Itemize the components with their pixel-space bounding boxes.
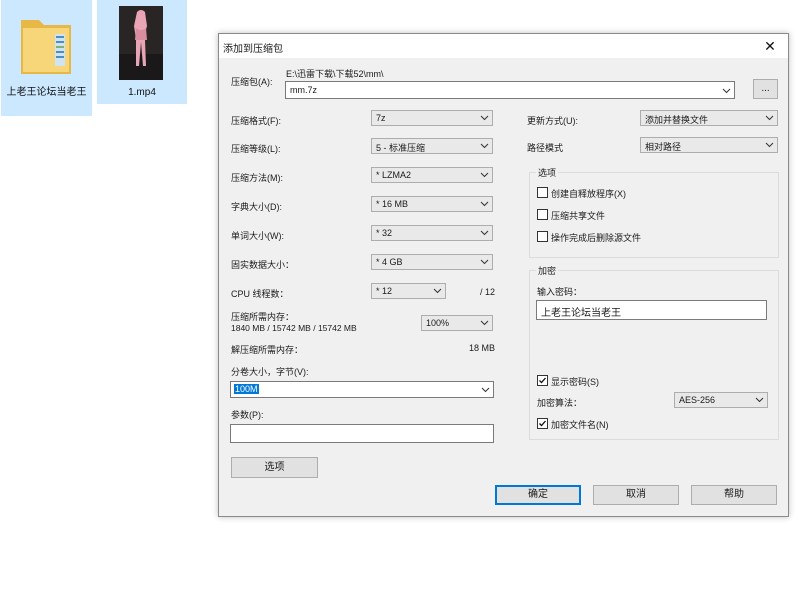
encryption-algorithm-select[interactable]: AES-256 [674,392,768,408]
chevron-down-icon [480,143,489,149]
desktop-video-label: 1.mp4 [128,87,156,98]
cancel-button[interactable]: 取消 [593,485,679,505]
update-label: 更新方式(U): [527,116,578,126]
folder-icon [21,20,71,74]
add-to-archive-dialog: 添加到压缩包 ✕ 压缩包(A): E:\迅雷下载\下载52\mm\ mm.7z … [218,33,789,517]
archive-name-combo[interactable]: mm.7z [285,81,735,99]
chevron-down-icon [433,288,442,294]
encrypt-filenames-checkbox[interactable] [537,418,548,429]
ok-button[interactable]: 确定 [495,485,581,505]
cpu-select[interactable]: * 12 [371,283,446,299]
options-group-title: 选项 [536,166,559,179]
method-value: * LZMA2 [376,170,412,180]
mem-usage-select[interactable]: 100% [421,315,493,331]
algo-label: 加密算法： [537,398,583,408]
dict-label: 字典大小(D): [231,202,282,212]
show-password-label: 显示密码(S) [551,377,599,387]
archive-name-value: mm.7z [290,85,317,95]
sfx-checkbox[interactable] [537,187,548,198]
mem-label: 压缩所需内存： [231,312,295,322]
pathmode-label: 路径模式 [527,143,564,153]
path-mode-value: 相对路径 [645,142,682,152]
decomp-value: 18 MB [469,343,496,353]
encrypt-filenames-label: 加密文件名(N) [551,420,609,430]
encryption-algorithm-value: AES-256 [679,395,716,405]
show-password-checkbox[interactable] [537,375,548,386]
chevron-down-icon [480,259,489,265]
delete-after-checkbox[interactable] [537,231,548,242]
cpu-value: * 12 [376,286,393,296]
help-button[interactable]: 帮助 [691,485,777,505]
chevron-down-icon [481,387,490,393]
path-mode-select[interactable]: 相对路径 [640,137,778,153]
chevron-down-icon [765,115,774,121]
cpu-total: / 12 [480,287,496,297]
params-label: 参数(P): [231,410,264,420]
decomp-label: 解压缩所需内存： [231,345,304,355]
split-size-combo[interactable]: 100M [230,381,494,398]
split-label: 分卷大小，字节(V): [231,367,309,377]
shared-files-label: 压缩共享文件 [551,211,606,221]
update-mode-select[interactable]: 添加并替换文件 [640,110,778,126]
archive-label: 压缩包(A): [231,77,273,87]
chevron-down-icon [480,115,489,121]
format-label: 压缩格式(F): [231,116,281,126]
level-select[interactable]: 5 - 标准压缩 [371,138,493,154]
mem-usage-value: 100% [426,318,450,328]
desktop-video-item[interactable]: 1.mp4 [97,0,187,104]
solid-label: 固实数据大小： [231,260,295,270]
browse-button[interactable]: ... [753,79,778,99]
format-select[interactable]: 7z [371,110,493,126]
password-label: 输入密码： [537,287,583,297]
dict-value: * 16 MB [376,199,409,209]
close-icon[interactable]: ✕ [752,34,788,58]
chevron-down-icon [480,320,489,326]
desktop-folder-label: 上老王论坛当老王 [6,87,87,98]
level-value: 5 - 标准压缩 [376,143,426,153]
method-select[interactable]: * LZMA2 [371,167,493,183]
level-label: 压缩等级(L): [231,144,281,154]
checkmark-icon [539,420,546,427]
options-button[interactable]: 选项 [231,457,318,478]
solid-select[interactable]: * 4 GB [371,254,493,270]
update-mode-value: 添加并替换文件 [645,115,709,125]
dialog-title: 添加到压缩包 [223,44,283,55]
mem-detail: 1840 MB / 15742 MB / 15742 MB [231,323,357,333]
password-input[interactable]: 上老王论坛当老王 [536,300,767,320]
params-input[interactable] [230,424,494,443]
split-size-value: 100M [234,384,259,394]
chevron-down-icon [765,142,774,148]
solid-value: * 4 GB [376,257,403,267]
method-label: 压缩方法(M): [231,173,283,183]
sfx-label: 创建自释放程序(X) [551,189,626,199]
checkmark-icon [539,377,546,384]
title-bar: 添加到压缩包 ✕ [219,34,788,58]
word-label: 单词大小(W): [231,231,284,241]
encryption-group-title: 加密 [536,264,559,277]
word-value: * 32 [376,228,393,238]
chevron-down-icon [480,230,489,236]
password-value: 上老王论坛当老王 [541,308,621,319]
word-select[interactable]: * 32 [371,225,493,241]
desktop-folder-item[interactable]: 上老王论坛当老王 [1,0,92,116]
chevron-down-icon [480,172,489,178]
dict-select[interactable]: * 16 MB [371,196,493,212]
video-thumbnail [119,6,163,80]
cpu-label: CPU 线程数： [231,289,289,299]
shared-files-checkbox[interactable] [537,209,548,220]
delete-after-label: 操作完成后删除源文件 [551,233,642,243]
archive-path: E:\迅雷下载\下载52\mm\ [286,69,384,79]
chevron-down-icon [722,88,731,94]
chevron-down-icon [480,201,489,207]
chevron-down-icon [755,397,764,403]
format-value: 7z [376,113,386,123]
